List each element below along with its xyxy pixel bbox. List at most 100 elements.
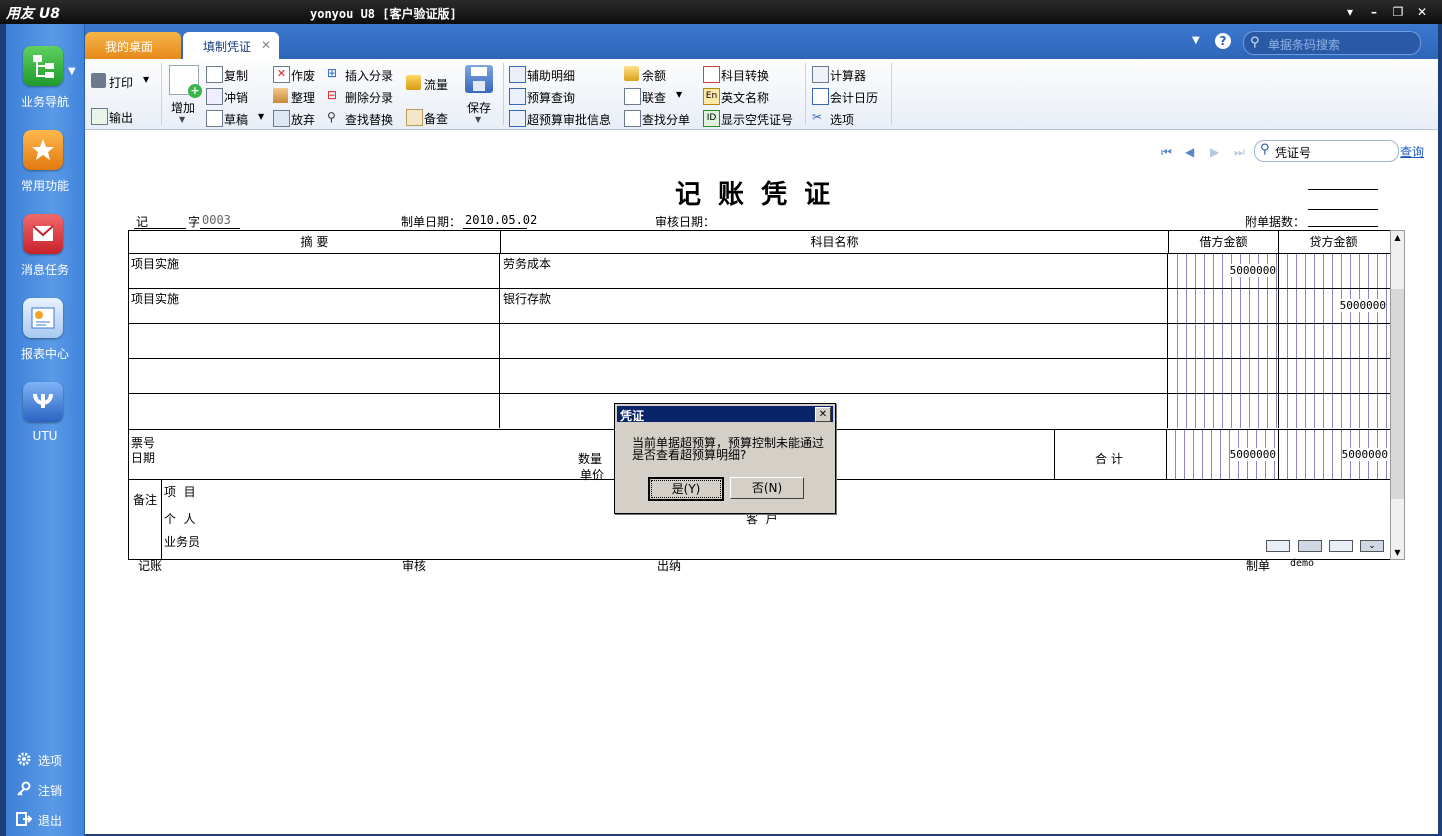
- voucher-title: 记 账 凭 证: [675, 180, 835, 210]
- dropdown-arrow-icon[interactable]: ▼: [1192, 35, 1200, 46]
- debit-header: 借方金额: [1169, 231, 1279, 253]
- backup-icon: [406, 109, 423, 126]
- quantity-label: 数量: [578, 452, 603, 466]
- cash-flow-icon: [406, 75, 421, 90]
- tab-label: 我的桌面: [105, 40, 154, 54]
- total-credit-cell[interactable]: 5000000: [1278, 430, 1390, 479]
- window-title: yonyou U8 [客户验证版]: [310, 7, 457, 21]
- organize-icon: [273, 88, 288, 103]
- toolbar-separator: [891, 63, 892, 125]
- scrollbar-thumb[interactable]: [1391, 289, 1404, 499]
- summary-cell[interactable]: [129, 324, 500, 358]
- sidebar-item-messages[interactable]: 消息任务: [6, 214, 84, 298]
- debit-cell[interactable]: [1169, 359, 1279, 393]
- audit-date-label: 审核日期：: [655, 215, 716, 229]
- budget-query-icon: [509, 88, 526, 105]
- total-label: 合 计: [1095, 452, 1123, 466]
- vertical-scrollbar[interactable]: ▲ ▼: [1390, 230, 1405, 560]
- account-cell[interactable]: 劳务成本: [501, 254, 1168, 288]
- summary-cell[interactable]: [129, 394, 500, 428]
- menu-dropdown-icon[interactable]: ▾: [1341, 3, 1359, 21]
- title-decor-line: [1308, 209, 1378, 210]
- insert-row-icon: ⊞: [327, 66, 338, 80]
- summary-cell[interactable]: 项目实施: [129, 254, 500, 288]
- chevron-down-icon[interactable]: ▼: [68, 66, 76, 77]
- credit-amount: 5000000: [1339, 299, 1386, 312]
- account-cell[interactable]: [501, 359, 1168, 393]
- calendar-icon: [812, 88, 829, 105]
- collapse-icon[interactable]: ⌄: [1360, 540, 1384, 552]
- minimize-button[interactable]: –: [1365, 3, 1383, 21]
- logout-button[interactable]: 注销: [16, 780, 86, 800]
- maker-label: 制单: [1246, 559, 1271, 573]
- unit-price-label: 单价: [580, 468, 605, 482]
- next-record-icon[interactable]: ▶: [1210, 145, 1219, 159]
- first-record-icon[interactable]: ⏮: [1161, 145, 1172, 160]
- add-button[interactable]: + 增加 ▼: [163, 63, 203, 125]
- sidebar-item-utu[interactable]: UTU: [6, 382, 84, 466]
- scroll-up-icon[interactable]: ▲: [1391, 231, 1404, 244]
- voucher-number[interactable]: 0003: [202, 213, 231, 227]
- aux-detail-icon: [509, 66, 526, 83]
- english-name-icon: En: [703, 88, 720, 105]
- sidebar-item-business-nav[interactable]: ▼ 业务导航: [6, 46, 84, 130]
- col-divider: [161, 479, 162, 559]
- credit-cell[interactable]: [1279, 254, 1388, 288]
- debit-cell[interactable]: [1169, 289, 1279, 323]
- account-cell[interactable]: [501, 324, 1168, 358]
- query-link[interactable]: 查询: [1400, 143, 1424, 160]
- chevron-down-icon[interactable]: ▼: [143, 75, 149, 84]
- tab-my-desktop[interactable]: 我的桌面: [85, 32, 181, 59]
- search-icon: ⚲: [1260, 142, 1270, 157]
- credit-cell[interactable]: [1279, 359, 1388, 393]
- barcode-search-input[interactable]: ⚲ 单据条码搜索: [1243, 31, 1421, 55]
- account-cell[interactable]: 银行存款: [501, 289, 1168, 323]
- credit-cell[interactable]: [1279, 394, 1388, 428]
- total-debit-cell[interactable]: 5000000: [1166, 430, 1278, 479]
- options-label: 选项: [38, 754, 63, 768]
- remark-tool-icon-2[interactable]: [1298, 540, 1322, 552]
- exit-button[interactable]: 退出: [16, 810, 86, 830]
- remark-tool-icon-1[interactable]: [1266, 540, 1290, 552]
- no-button[interactable]: 否(N): [730, 477, 804, 499]
- exit-icon: [16, 811, 33, 827]
- dialog-close-button[interactable]: ✕: [815, 407, 831, 422]
- sidebar-item-favorites[interactable]: 常用功能: [6, 130, 84, 214]
- save-button[interactable]: 保存 ▼: [459, 63, 499, 125]
- title-decor-line: [1308, 226, 1378, 227]
- remark-tool-icon-3[interactable]: [1329, 540, 1353, 552]
- help-icon[interactable]: ?: [1215, 33, 1231, 49]
- chevron-down-icon[interactable]: ▼: [475, 115, 481, 124]
- tab-fill-voucher[interactable]: 填制凭证 ✕: [183, 32, 279, 59]
- sidebar-item-reports[interactable]: 报表中心: [6, 298, 84, 382]
- summary-cell[interactable]: 项目实施: [129, 289, 500, 323]
- close-button[interactable]: ✕: [1413, 3, 1431, 21]
- prev-record-icon[interactable]: ◀: [1185, 145, 1194, 159]
- favorites-icon: [23, 130, 63, 170]
- over-budget-dialog: 凭证 ✕ 当前单据超预算，预算控制未能通过 是否查看超预算明细? 是(Y) 否(…: [614, 403, 836, 514]
- summary-cell[interactable]: [129, 359, 500, 393]
- remark-label: 备注: [133, 493, 158, 507]
- credit-cell[interactable]: [1279, 324, 1388, 358]
- voucher-date[interactable]: 2010.05.02: [465, 213, 537, 227]
- sidebar-item-label: 报表中心: [20, 347, 69, 361]
- credit-cell[interactable]: 5000000: [1279, 289, 1388, 323]
- title-bar: 用友 U8 yonyou U8 [客户验证版] ▾ – ❐ ✕: [0, 0, 1442, 24]
- yes-button[interactable]: 是(Y): [648, 477, 724, 501]
- salesman-label: 业务员: [164, 535, 201, 549]
- tab-label: 填制凭证: [203, 40, 252, 54]
- debit-cell[interactable]: [1169, 394, 1279, 428]
- chevron-down-icon[interactable]: ▼: [676, 90, 682, 99]
- options-button[interactable]: 选项: [16, 750, 86, 770]
- chevron-down-icon[interactable]: ▼: [179, 115, 185, 124]
- chevron-down-icon[interactable]: ▼: [258, 112, 264, 121]
- export-icon: [91, 108, 108, 125]
- bookkeeper-label: 记账: [138, 559, 163, 573]
- debit-cell[interactable]: [1169, 324, 1279, 358]
- voucher-no-search-input[interactable]: ⚲ 凭证号: [1254, 140, 1399, 162]
- close-tab-icon[interactable]: ✕: [261, 38, 271, 52]
- restore-button[interactable]: ❐: [1389, 3, 1407, 21]
- last-record-icon[interactable]: ⏭: [1234, 145, 1245, 160]
- scroll-down-icon[interactable]: ▼: [1391, 546, 1404, 559]
- debit-cell[interactable]: 5000000: [1169, 254, 1279, 288]
